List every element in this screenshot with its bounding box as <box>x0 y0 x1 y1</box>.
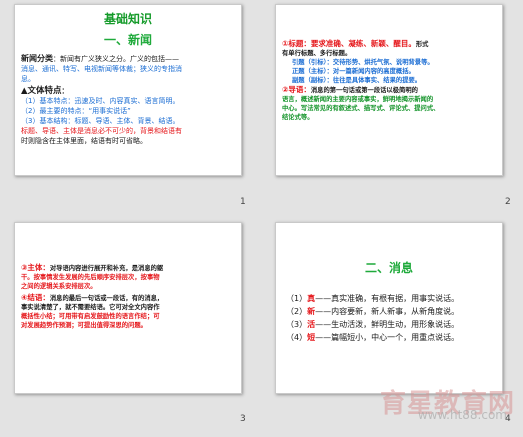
ending-text-4: 对发展趋势作预测；可提出值得深思的问题。 <box>21 322 147 329</box>
slide-thumbnail-1[interactable]: 基础知识 一、新闻 新闻分类：新闻有广义狭义之分。广义的包括—— 消息、通讯、特… <box>14 4 242 176</box>
definition-text-2: 消息、通讯、特写、电视新闻等体裁；狭义的专指消 <box>21 65 182 73</box>
body-text-1: 对导语内容进行展开和补充，是消息的躯 <box>49 265 164 272</box>
definition-label: 新闻分类 <box>21 54 53 63</box>
features-colon: ： <box>61 87 69 95</box>
feature-5: 时则隐含在主体里面，结语有时可省略。 <box>21 137 147 145</box>
ending-text-3: 概括性小结；可用带有启发鼓励性的语言作结；可 <box>21 313 160 320</box>
slide4-title: 二、消息 <box>364 261 413 275</box>
body-heading: ③主体： <box>21 263 50 272</box>
feature-4: 标题、导语、主体是消息必不可少的，背景和结语有 <box>21 127 182 135</box>
lead-text-3: 中心。写法常见的有叙述式、描写式、评论式、提问式、 <box>282 105 440 112</box>
definition-text-3: 息。 <box>21 75 35 83</box>
ending-heading: ④结语： <box>21 293 50 302</box>
news-trait-2: （2）新——内容要新，新人新事，从新角度说。 <box>286 307 460 316</box>
slide-number-3: 3 <box>240 414 246 424</box>
headline-form-cont: 有单行标题、多行标题。 <box>282 50 352 57</box>
slide1-title: 基础知识 <box>103 12 152 26</box>
headline-form: 形式 <box>415 41 429 48</box>
news-trait-1: （1）真——真实准确，有根有据，用事实说话。 <box>286 294 460 303</box>
slide-thumbnail-4[interactable]: 二、消息 （1）真——真实准确，有根有据，用事实说话。 （2）新——内容要新，新… <box>275 222 503 394</box>
feature-3: （3）基本结构：标题、导语、主体、背景、结语。 <box>21 117 180 125</box>
slide-number-1: 1 <box>240 197 246 207</box>
ending-text-2: 事实说清楚了，就不需要结语。它可对全文内容作 <box>21 304 160 311</box>
slide1-subtitle: 一、新闻 <box>103 33 152 47</box>
feature-2: （2）最主要的特点：“用事实说话” <box>21 107 131 115</box>
lead-title-def: 引题（引标）：交待形势、烘托气氛、说明背景等。 <box>292 59 434 66</box>
lead-heading: ②导语： <box>282 85 311 94</box>
lead-text-2: 语言，概述新闻的主要内容或事实，鲜明地揭示新闻的 <box>282 96 434 103</box>
slide-number-2: 2 <box>505 197 511 207</box>
headline-heading: ①标题：要求准确、凝练、新颖、醒目。 <box>282 39 416 48</box>
lead-text-4: 结论式等。 <box>282 114 314 121</box>
watermark-url: www.ht88.com <box>417 408 507 422</box>
main-title-def: 正题（主标）：对一篇新闻内容的高度概括。 <box>292 68 415 75</box>
features-label: ▲文体特点 <box>21 86 62 96</box>
lead-text-1: 消息的第一句话或第一段话以极简明的 <box>310 87 418 94</box>
slide-thumbnail-2[interactable]: ①标题：要求准确、凝练、新颖、醒目。形式 有单行标题、多行标题。 引题（引标）：… <box>275 4 503 176</box>
body-text-2: 干。按事情发生发展的先后顺序安排层次，按事物 <box>21 274 160 281</box>
slide-thumbnail-3[interactable]: ③主体：对导语内容进行展开和补充，是消息的躯 干。按事情发生发展的先后顺序安排层… <box>14 222 242 394</box>
sub-title-def: 副题（副标）：往往是具体事实、结果的提要。 <box>292 77 422 84</box>
feature-1: （1）基本特点：迅速及时、内容真实、语言简明。 <box>21 97 180 105</box>
definition-text-1: ：新闻有广义狭义之分。广义的包括—— <box>53 55 179 63</box>
body-text-3: 之间的逻辑关系安排层次。 <box>21 283 97 290</box>
ending-text-1: 消息的最后一句话或一段话，有的消息， <box>49 295 164 302</box>
news-trait-4: （4）短——篇幅短小，中心一个，用重点说话。 <box>286 333 460 342</box>
news-trait-3: （3）活——生动活泼，鲜明生动，用形象说话。 <box>286 320 460 329</box>
